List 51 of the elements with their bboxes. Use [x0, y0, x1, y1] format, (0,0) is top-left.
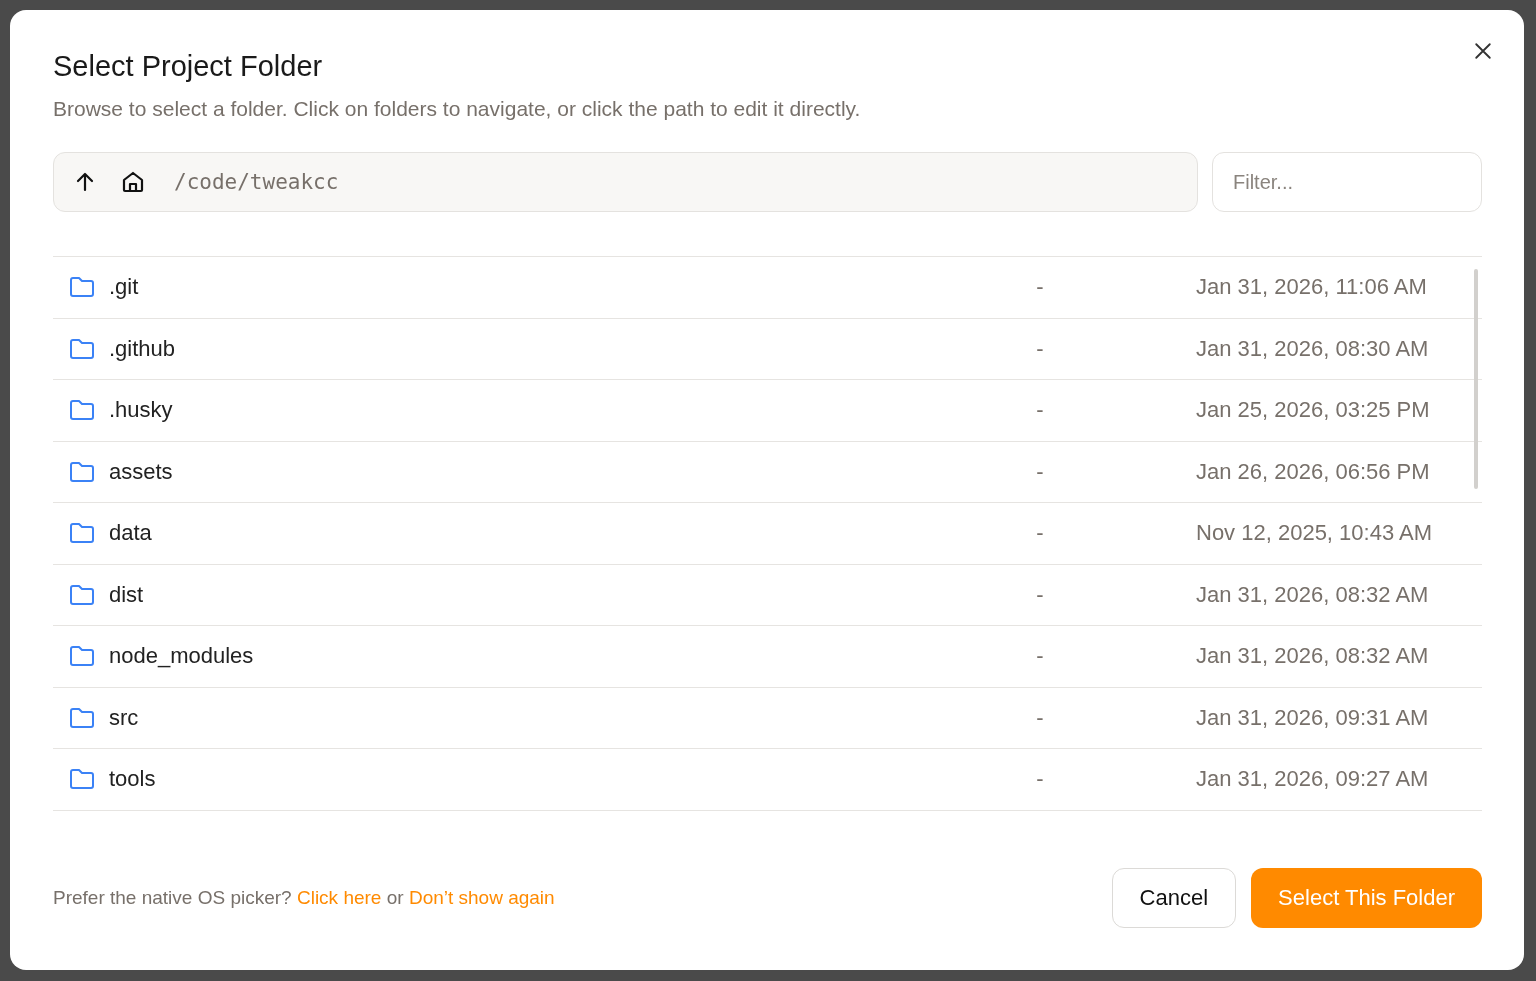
entry-size: - — [1035, 520, 1045, 547]
native-picker-prompt: Prefer the native OS picker? Click here or Don’t show again — [53, 887, 556, 909]
entry-date: Jan 31, 2026, 08:32 AM — [1196, 643, 1430, 670]
entry-name: tools — [109, 766, 157, 793]
entry-name: .husky — [109, 397, 174, 424]
entry-name: assets — [109, 458, 174, 485]
folder-icon — [69, 337, 95, 360]
entry-size: - — [1035, 458, 1045, 485]
entry-date: Nov 12, 2025, 10:43 AM — [1196, 520, 1434, 547]
entry-size: - — [1035, 274, 1045, 301]
entry-name: .github — [109, 335, 177, 362]
entry-date: Jan 25, 2026, 03:25 PM — [1196, 397, 1431, 424]
folder-icon — [69, 645, 95, 668]
entry-size: - — [1035, 335, 1045, 362]
path-text[interactable]: /code/tweakcc — [174, 170, 339, 194]
dialog-title: Select Project Folder — [53, 50, 323, 83]
entry-date: Jan 31, 2026, 09:31 AM — [1196, 704, 1430, 731]
entry-size: - — [1035, 766, 1045, 793]
folder-icon — [69, 706, 95, 729]
entry-name: dist — [109, 581, 145, 608]
entry-name: data — [109, 520, 153, 547]
path-bar[interactable]: /code/tweakcc — [53, 152, 1198, 212]
entry-date: Jan 31, 2026, 08:30 AM — [1196, 335, 1430, 362]
folder-row[interactable]: dist - Jan 31, 2026, 08:32 AM — [53, 564, 1482, 626]
entry-date: Jan 26, 2026, 06:56 PM — [1196, 458, 1431, 485]
entry-size: - — [1035, 581, 1045, 608]
folder-icon — [69, 399, 95, 422]
entry-size: - — [1035, 397, 1045, 424]
entry-date: Jan 31, 2026, 09:27 AM — [1196, 766, 1430, 793]
folder-row[interactable]: data - Nov 12, 2025, 10:43 AM — [53, 503, 1482, 565]
folder-icon — [69, 583, 95, 606]
folder-row[interactable]: src - Jan 31, 2026, 09:31 AM — [53, 687, 1482, 749]
entry-date: Jan 31, 2026, 11:06 AM — [1196, 274, 1428, 301]
entry-name: node_modules — [109, 643, 255, 670]
entry-size: - — [1035, 643, 1045, 670]
close-icon[interactable] — [1472, 40, 1494, 62]
folder-icon — [69, 460, 95, 483]
folder-row[interactable]: tools - Jan 31, 2026, 09:27 AM — [53, 749, 1482, 811]
folder-row[interactable]: node_modules - Jan 31, 2026, 08:32 AM — [53, 626, 1482, 688]
entry-size: - — [1035, 704, 1045, 731]
entry-name: src — [109, 704, 140, 731]
folder-icon — [69, 522, 95, 545]
filter-field[interactable]: Filter... — [1212, 152, 1482, 212]
folder-icon — [69, 768, 95, 791]
cancel-button[interactable]: Cancel — [1111, 868, 1237, 928]
entry-date: Jan 31, 2026, 08:32 AM — [1196, 581, 1430, 608]
folder-icon — [69, 276, 95, 299]
dialog-subtitle: Browse to select a folder. Click on folders to navigate, or click the path to edit it directly. — [53, 97, 861, 121]
entry-name: .git — [109, 274, 140, 301]
scrollbar-thumb[interactable] — [1474, 269, 1478, 489]
home-icon[interactable] — [120, 169, 146, 195]
